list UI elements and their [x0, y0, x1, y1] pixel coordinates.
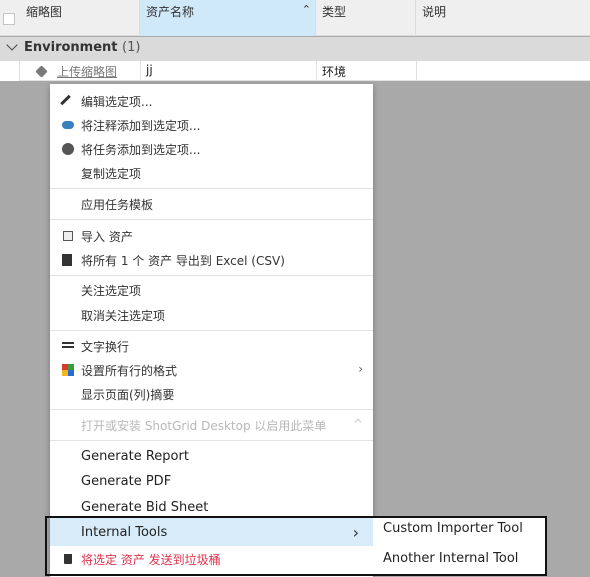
menu-item-label: 设置所有行的格式	[81, 364, 178, 378]
thumbnail-cell: 上传缩略图	[35, 61, 117, 81]
menu-item-label: 将所有 1 个 资产 导出到 Excel (CSV)	[81, 254, 285, 268]
menu-item-label: 将注释添加到选定项...	[81, 119, 201, 133]
asset-name-cell[interactable]: jj	[146, 63, 153, 77]
upload-thumbnail-link[interactable]: 上传缩略图	[57, 65, 117, 79]
export-icon	[61, 253, 75, 267]
menu-item-label: Generate Bid Sheet	[81, 500, 209, 515]
menu-item-label: 显示页面(列)摘要	[81, 388, 175, 402]
menu-item-import-assets[interactable]: 导入 资产	[50, 224, 373, 248]
column-header-description[interactable]: 说明	[416, 0, 590, 36]
group-row-environment[interactable]: Environment (1)	[0, 37, 590, 61]
menu-item-label: 导入 资产	[81, 230, 133, 244]
menu-item-label: 取消关注选定项	[81, 309, 166, 323]
menu-item-unfollow-selected[interactable]: 取消关注选定项	[50, 303, 373, 327]
menu-divider	[50, 188, 373, 189]
menu-item-label: Internal Tools	[81, 525, 168, 540]
column-divider	[140, 61, 141, 81]
chevron-up-icon: ^	[352, 417, 363, 431]
column-header-type[interactable]: 类型	[316, 0, 416, 36]
menu-item-edit-selected[interactable]: 编辑选定项...	[50, 89, 373, 113]
menu-item-internal-tools[interactable]: Internal Tools ›	[50, 518, 373, 546]
menu-item-generate-pdf[interactable]: Generate PDF	[50, 470, 373, 494]
menu-divider	[50, 219, 373, 220]
menu-item-export-csv[interactable]: 将所有 1 个 资产 导出到 Excel (CSV)	[50, 248, 373, 272]
menu-divider	[50, 440, 373, 441]
submenu-item-another-internal-tool[interactable]: Another Internal Tool	[373, 547, 545, 571]
menu-item-generate-report[interactable]: Generate Report	[50, 445, 373, 469]
trash-icon	[61, 552, 75, 566]
menu-item-apply-task-template[interactable]: 应用任务模板	[50, 192, 373, 216]
menu-item-show-page-summary[interactable]: 显示页面(列)摘要	[50, 382, 373, 406]
asset-cube-icon	[35, 65, 48, 78]
note-icon	[61, 118, 75, 132]
menu-divider	[50, 275, 373, 276]
grid-header: 缩略图 资产名称 ⌃ 类型 说明	[0, 0, 590, 36]
submenu-item-label: Another Internal Tool	[383, 551, 519, 566]
task-icon	[61, 142, 75, 156]
menu-item-shotgrid-desktop-hint: 打开或安装 ShotGrid Desktop 以启用此菜单 ^	[50, 413, 373, 437]
chevron-down-icon[interactable]	[6, 39, 18, 51]
internal-tools-submenu: Custom Importer Tool Another Internal To…	[373, 517, 545, 575]
menu-item-format-all-rows[interactable]: 设置所有行的格式 ›	[50, 358, 373, 382]
menu-item-label: 应用任务模板	[81, 198, 154, 212]
menu-item-label: 复制选定项	[81, 167, 142, 181]
chevron-right-icon: ›	[352, 523, 359, 542]
menu-item-label: 将任务添加到选定项...	[81, 143, 201, 157]
chevron-right-icon: ›	[358, 362, 363, 376]
wrap-text-icon	[61, 339, 75, 353]
menu-item-label: Generate PDF	[81, 474, 172, 489]
menu-item-add-task[interactable]: 将任务添加到选定项...	[50, 137, 373, 161]
column-divider	[316, 61, 317, 81]
menu-item-generate-bid-sheet[interactable]: Generate Bid Sheet	[50, 496, 373, 520]
menu-item-label: 将选定 资产 发送到垃圾桶	[81, 553, 221, 567]
context-menu: 编辑选定项... 将注释添加到选定项... 将任务添加到选定项... 复制选定项…	[50, 84, 373, 577]
menu-item-send-to-trash[interactable]: 将选定 资产 发送到垃圾桶	[50, 547, 373, 571]
submenu-item-label: Custom Importer Tool	[383, 521, 523, 536]
group-count: (1)	[122, 40, 141, 55]
select-all-cell	[0, 0, 20, 36]
menu-item-label: 文字换行	[81, 340, 130, 354]
column-header-thumbnail[interactable]: 缩略图	[20, 0, 140, 36]
menu-divider	[50, 330, 373, 331]
column-divider	[416, 61, 417, 81]
menu-item-add-note[interactable]: 将注释添加到选定项...	[50, 113, 373, 137]
pencil-icon	[60, 94, 75, 108]
format-grid-icon	[61, 363, 75, 377]
asset-type-cell[interactable]: 环境	[322, 63, 346, 80]
menu-item-copy-selected[interactable]: 复制选定项	[50, 161, 373, 185]
table-row[interactable]: 上传缩略图 jj 环境	[0, 61, 590, 81]
menu-item-label: 打开或安装 ShotGrid Desktop 以启用此菜单	[81, 419, 327, 433]
import-icon	[61, 229, 75, 243]
group-name: Environment	[24, 40, 118, 55]
menu-item-follow-selected[interactable]: 关注选定项	[50, 278, 373, 302]
menu-item-word-wrap[interactable]: 文字换行	[50, 334, 373, 358]
column-header-asset-name[interactable]: 资产名称 ⌃	[140, 0, 316, 36]
column-header-asset-name-label: 资产名称	[146, 5, 195, 19]
menu-divider	[50, 409, 373, 410]
submenu-item-custom-importer-tool[interactable]: Custom Importer Tool	[373, 517, 545, 541]
menu-item-label: Generate Report	[81, 449, 189, 464]
sort-ascending-icon[interactable]: ⌃	[302, 3, 311, 16]
menu-item-label: 关注选定项	[81, 284, 142, 298]
menu-item-label: 编辑选定项...	[81, 95, 153, 109]
row-select-cell[interactable]	[0, 61, 20, 81]
select-all-checkbox[interactable]	[3, 13, 15, 25]
